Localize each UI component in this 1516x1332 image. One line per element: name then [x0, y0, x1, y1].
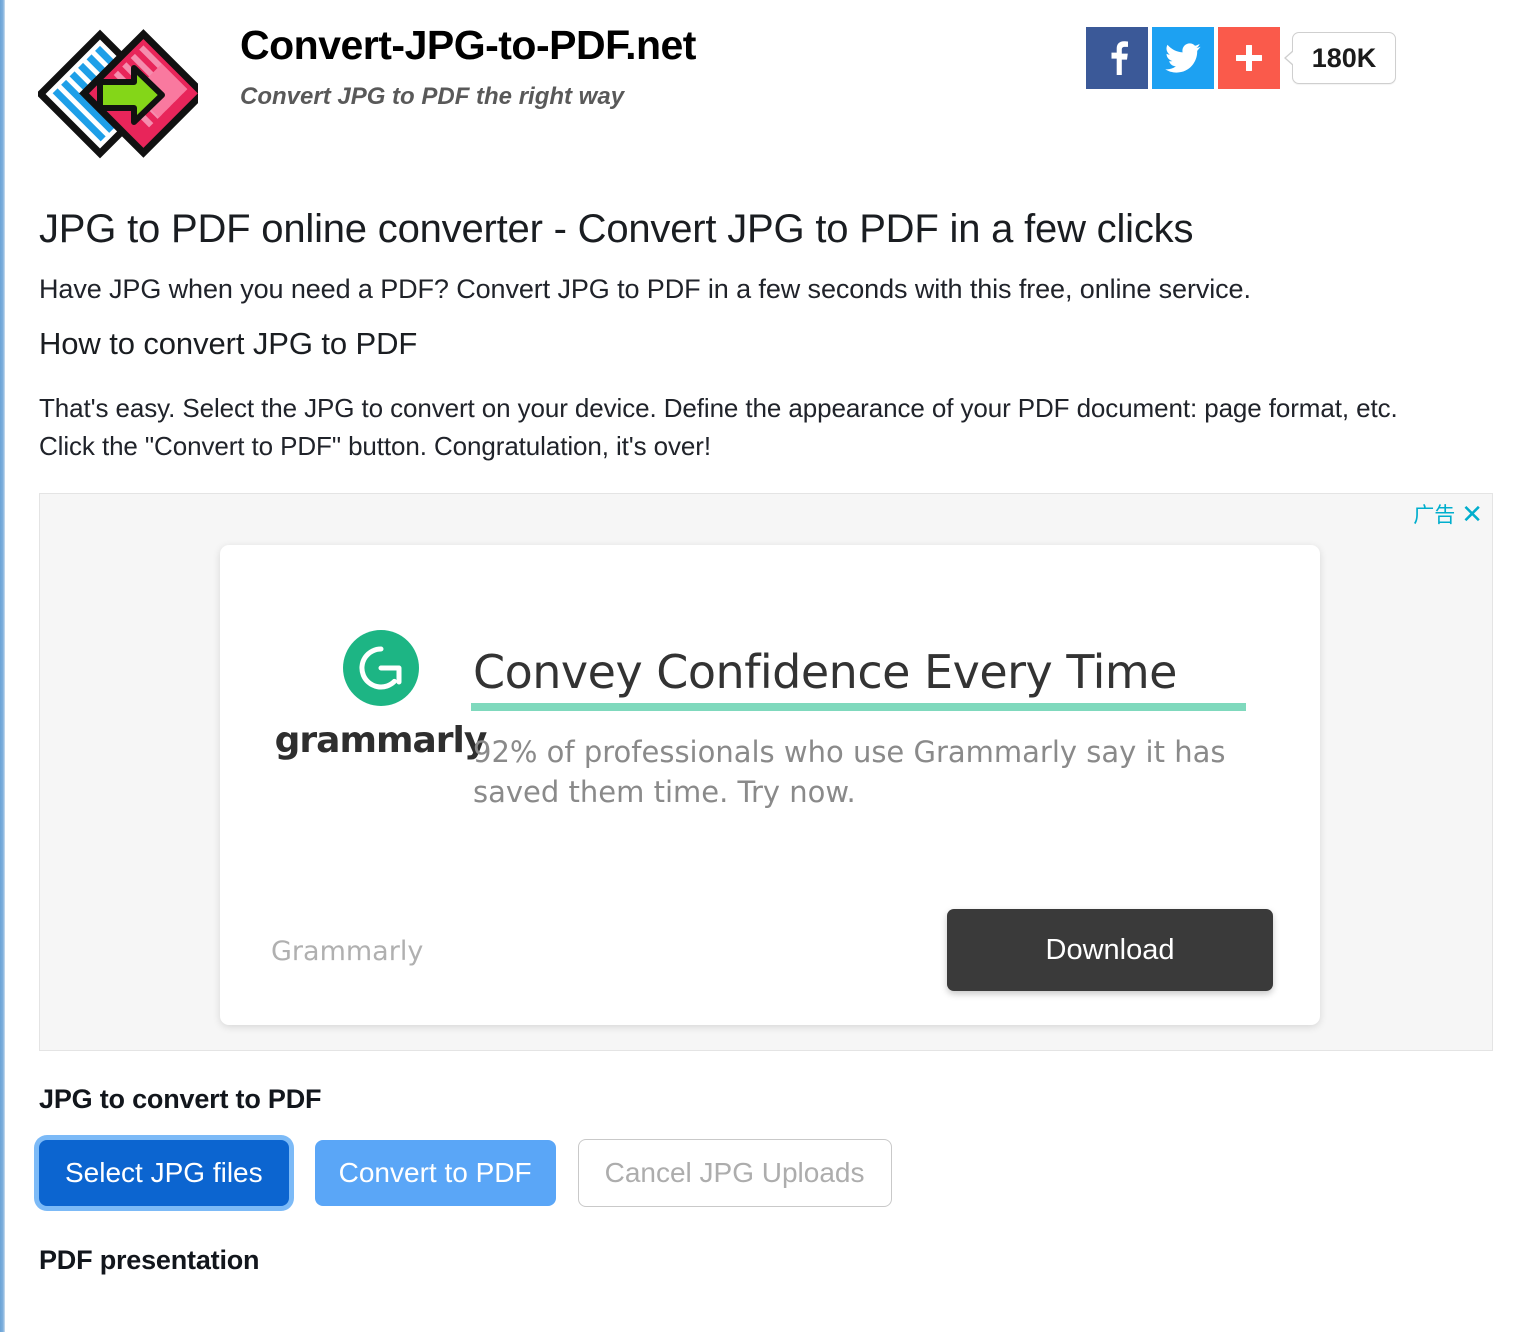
- cancel-jpg-uploads-button[interactable]: Cancel JPG Uploads: [577, 1139, 892, 1208]
- pdf-presentation-label: PDF presentation: [39, 1245, 260, 1276]
- ad-meta-row: 广告 ✕: [1413, 502, 1483, 528]
- select-jpg-files-button[interactable]: Select JPG files: [39, 1140, 289, 1207]
- plus-share-icon: [1234, 43, 1264, 73]
- grammarly-g-icon: [268, 630, 493, 707]
- brand-block: Convert-JPG-to-PDF.net Convert JPG to PD…: [240, 10, 696, 111]
- ad-headline: Convey Confidence Every Time: [473, 645, 1177, 700]
- upload-section-label: JPG to convert to PDF: [39, 1084, 322, 1115]
- share-count-value: 180K: [1311, 42, 1377, 73]
- twitter-icon: [1165, 43, 1201, 73]
- page-title: JPG to PDF online converter - Convert JP…: [39, 207, 1194, 251]
- ad-label[interactable]: 广告: [1413, 504, 1455, 526]
- social-share-bar: 180K: [1086, 27, 1396, 89]
- ad-advertiser-name: Grammarly: [271, 936, 424, 968]
- ad-creative-card[interactable]: grammarly Convey Confidence Every Time 9…: [220, 545, 1320, 1026]
- upload-button-row: Select JPG files Convert to PDF Cancel J…: [39, 1139, 1482, 1208]
- site-logo-icon[interactable]: [38, 10, 198, 175]
- page-lede: Have JPG when you need a PDF? Convert JP…: [39, 274, 1251, 304]
- site-title: Convert-JPG-to-PDF.net: [240, 22, 696, 68]
- jpg-to-pdf-logo-svg: [38, 29, 198, 159]
- twitter-share-button[interactable]: [1152, 27, 1214, 89]
- facebook-icon: [1102, 41, 1132, 75]
- convert-to-pdf-button[interactable]: Convert to PDF: [314, 1140, 556, 1207]
- close-x-icon[interactable]: ✕: [1461, 502, 1483, 528]
- howto-paragraph: That's easy. Select the JPG to convert o…: [39, 393, 1398, 461]
- ad-headline-underline: [471, 703, 1246, 712]
- site-tagline: Convert JPG to PDF the right way: [240, 83, 625, 111]
- more-share-button[interactable]: [1218, 27, 1280, 89]
- facebook-share-button[interactable]: [1086, 27, 1148, 89]
- ad-download-button[interactable]: Download: [947, 909, 1273, 992]
- ad-body-text: 92% of professionals who use Grammarly s…: [473, 735, 1226, 809]
- page-body: Convert-JPG-to-PDF.net Convert JPG to PD…: [5, 0, 1516, 1332]
- share-count-bubble: 180K: [1284, 32, 1396, 84]
- ad-brand-column: grammarly: [268, 630, 493, 761]
- grammarly-wordmark: grammarly: [274, 720, 488, 762]
- howto-heading: How to convert JPG to PDF: [39, 326, 418, 361]
- advertisement-container: 广告 ✕ grammarly Convey Confidence Every T…: [39, 493, 1493, 1052]
- site-header: Convert-JPG-to-PDF.net Convert JPG to PD…: [36, 0, 1482, 176]
